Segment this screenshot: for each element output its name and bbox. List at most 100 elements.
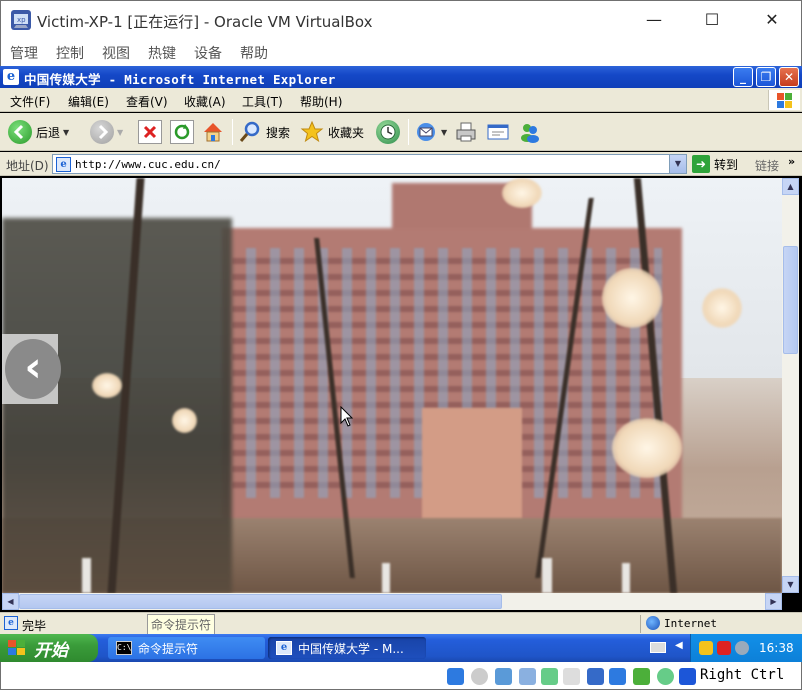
horizontal-scrollbar[interactable]: ◀ ▶	[2, 593, 782, 610]
back-button[interactable]: 后退 ▼	[8, 119, 69, 145]
menu-manage[interactable]: 管理	[10, 43, 38, 63]
host-key-arrow-icon[interactable]	[679, 668, 696, 685]
ie-minimize-button[interactable]: _	[733, 67, 753, 87]
window-title: Victim-XP-1 [正在运行] - Oracle VM VirtualBo…	[37, 13, 373, 31]
usb-icon[interactable]	[541, 668, 558, 685]
network-adapter-icon[interactable]	[519, 668, 536, 685]
minimize-button[interactable]: —	[631, 7, 677, 33]
stop-button[interactable]	[138, 119, 162, 145]
history-button[interactable]	[376, 119, 400, 145]
address-input[interactable]: e http://www.cuc.edu.cn/ ▼	[52, 154, 687, 174]
ie-window-title: 中国传媒大学 - Microsoft Internet Explorer	[24, 72, 336, 87]
edit-icon	[486, 120, 510, 144]
svg-text:xp: xp	[17, 16, 26, 24]
vertical-scrollbar[interactable]: ▲ ▼	[782, 178, 799, 593]
ie-icon: e	[276, 641, 292, 655]
alert-shield-icon[interactable]	[717, 641, 731, 655]
ie-menu-file[interactable]: 文件(F)	[10, 93, 50, 110]
cmd-icon: C:\	[116, 641, 132, 655]
vbox-titlebar: xp Victim-XP-1 [正在运行] - Oracle VM Virtua…	[0, 0, 802, 38]
home-button[interactable]	[201, 119, 225, 145]
windows-flag-icon	[8, 640, 26, 656]
maximize-button[interactable]: ☐	[689, 7, 735, 33]
photo-blossom	[92, 373, 122, 398]
menu-hotkeys[interactable]: 热键	[148, 43, 176, 63]
security-shield-icon[interactable]	[699, 641, 713, 655]
status-text: 完毕	[22, 619, 47, 633]
taskbar-button-label: 命令提示符	[138, 641, 199, 656]
home-icon	[201, 120, 225, 144]
messenger-button[interactable]	[518, 119, 542, 145]
network-icon[interactable]	[735, 641, 749, 655]
taskbar-button-ie[interactable]: e 中国传媒大学 - M...	[268, 637, 426, 659]
menu-control[interactable]: 控制	[56, 43, 84, 63]
favorites-label: 收藏夹	[328, 125, 365, 140]
menu-devices[interactable]: 设备	[194, 43, 222, 63]
mail-button[interactable]: ▼	[414, 119, 447, 145]
favorites-button[interactable]: 收藏夹	[300, 119, 364, 145]
back-label: 后退	[36, 125, 61, 140]
edit-button[interactable]	[486, 119, 510, 145]
optical-drive-icon[interactable]	[471, 668, 488, 685]
mail-dropdown-icon[interactable]: ▼	[441, 128, 447, 137]
taskbar-button-cmd[interactable]: C:\ 命令提示符	[108, 637, 265, 659]
print-button[interactable]	[454, 119, 478, 145]
tray-expand-icon[interactable]: ◀	[675, 640, 683, 651]
ie-menubar: 文件(F) 编辑(E) 查看(V) 收藏(A) 工具(T) 帮助(H)	[0, 88, 802, 112]
status-page-icon: e	[4, 616, 18, 630]
search-label: 搜索	[266, 125, 291, 140]
keyboard-icon[interactable]	[650, 642, 666, 653]
links-chevron-icon[interactable]: »	[788, 155, 795, 168]
ie-menu-view[interactable]: 查看(V)	[126, 93, 168, 110]
slider-prev-button[interactable]: ‹	[2, 334, 61, 404]
star-icon	[300, 120, 324, 144]
host-key-label: Right Ctrl	[700, 667, 785, 683]
shared-folders-icon[interactable]	[563, 668, 580, 685]
ie-menu-edit[interactable]: 编辑(E)	[68, 93, 109, 110]
ie-menu-tools[interactable]: 工具(T)	[242, 93, 283, 110]
vbox-menubar: 管理 控制 视图 热键 设备 帮助	[0, 38, 802, 66]
ie-close-button[interactable]: ✕	[779, 67, 799, 87]
status-separator	[640, 615, 641, 633]
photo-blossom	[612, 418, 682, 478]
ie-menu-favorites[interactable]: 收藏(A)	[184, 93, 226, 110]
audio-icon[interactable]	[495, 668, 512, 685]
forward-button[interactable]: ▼	[90, 119, 123, 145]
photo-blossom	[172, 408, 197, 433]
menu-help[interactable]: 帮助	[240, 43, 268, 63]
menu-view[interactable]: 视图	[102, 43, 130, 63]
vbox-statusbar: Right Ctrl	[0, 662, 802, 690]
scroll-down-icon[interactable]: ▼	[782, 576, 799, 593]
scroll-right-icon[interactable]: ▶	[765, 593, 782, 610]
hard-disk-icon[interactable]	[447, 668, 464, 685]
guest-additions-icon[interactable]	[633, 668, 650, 685]
photo-tree-base	[622, 563, 630, 593]
display-icon[interactable]	[587, 668, 604, 685]
scroll-up-icon[interactable]: ▲	[782, 178, 799, 195]
close-button[interactable]: ✕	[749, 7, 795, 33]
forward-arrow-icon	[90, 120, 114, 144]
stop-icon	[138, 120, 162, 144]
address-dropdown-icon[interactable]: ▼	[669, 155, 686, 173]
start-button[interactable]: 开始	[0, 634, 98, 662]
clock[interactable]: 16:38	[759, 641, 794, 655]
horizontal-scroll-thumb[interactable]	[19, 594, 502, 609]
windows-flag-icon	[768, 90, 800, 110]
scroll-left-icon[interactable]: ◀	[2, 593, 19, 610]
search-button[interactable]: 搜索	[238, 119, 290, 145]
forward-dropdown-icon[interactable]: ▼	[117, 128, 123, 137]
video-capture-icon[interactable]	[609, 668, 626, 685]
photo-tree-base	[82, 558, 91, 593]
ie-menu-help[interactable]: 帮助(H)	[300, 93, 342, 110]
vertical-scroll-thumb[interactable]	[783, 246, 798, 354]
back-dropdown-icon[interactable]: ▼	[63, 128, 69, 137]
refresh-button[interactable]	[170, 119, 194, 145]
go-button[interactable]: ➜ 转到	[692, 154, 738, 174]
ie-statusbar: e 完毕 命令提示符 Internet	[0, 612, 802, 635]
chevron-left-icon: ‹	[5, 339, 61, 399]
back-arrow-icon	[8, 120, 32, 144]
ie-restore-button[interactable]: ❐	[756, 67, 776, 87]
search-icon	[238, 120, 262, 144]
links-label[interactable]: 链接	[755, 157, 779, 174]
mouse-integration-icon[interactable]	[657, 668, 674, 685]
